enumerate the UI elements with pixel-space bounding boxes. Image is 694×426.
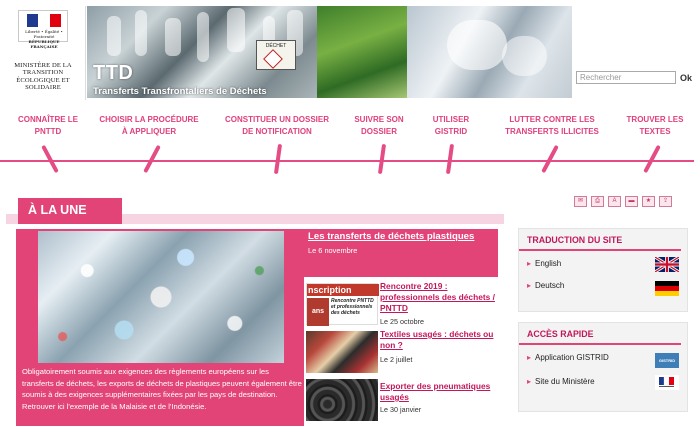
font-size-icon[interactable]: A: [608, 196, 621, 207]
nav-marker: [143, 144, 161, 174]
header-banner: [87, 6, 572, 98]
share-icon[interactable]: ⇪: [659, 196, 672, 207]
nav-marker: [541, 144, 559, 174]
language-deutsch[interactable]: ▸ Deutsch: [527, 281, 564, 290]
nav-marker: [273, 143, 283, 175]
quick-access-title: ACCÈS RAPIDE: [519, 323, 681, 345]
news-content: Obligatoirement soumis aux exigences des…: [16, 229, 498, 426]
search-ok-button[interactable]: Ok: [680, 71, 694, 84]
news-item: Exporter des pneumatiques usagés Le 30 j…: [304, 377, 498, 425]
nav-marker: [643, 144, 661, 174]
ministry-name: MINISTÈRE DE LA TRANSITION ÉCOLOGIQUE ET…: [14, 62, 72, 92]
banner-photo-bags: [407, 6, 572, 98]
nav-item-connaitre[interactable]: CONNAÎTRE LE PNTTD: [10, 114, 86, 138]
main-navigation: CONNAÎTRE LE PNTTD CHOISIR LA PROCÉDURE À …: [0, 108, 694, 184]
nav-item-choisir[interactable]: CHOISIR LA PROCÉDURE À APPLIQUER: [86, 114, 212, 138]
feature-title-link[interactable]: Les transferts de déchets plastiques: [308, 231, 494, 242]
email-icon[interactable]: ✉: [574, 196, 587, 207]
translation-title: TRADUCTION DU SITE: [519, 229, 681, 251]
marianne-icon[interactable]: [655, 375, 679, 390]
bookmark-icon[interactable]: ★: [642, 196, 655, 207]
republic-label: Liberté • Égalité • Fraternité RÉPUBLIQU…: [25, 29, 63, 49]
site-subtitle: Transferts Transfrontaliers de Déchets: [93, 86, 267, 97]
pdf-icon[interactable]: ▬: [625, 196, 638, 207]
news-link[interactable]: Exporter des pneumatiques usagés: [380, 381, 496, 403]
nav-marker: [377, 143, 387, 175]
gistrid-badge[interactable]: GISTRID: [655, 353, 679, 368]
search-input[interactable]: [576, 71, 676, 84]
thumb-caption: Rencontre PNTTD et professionnels des dé…: [331, 298, 374, 316]
nav-item-lutter[interactable]: LUTTER CONTRE LES TRANSFERTS ILLICITES: [492, 114, 612, 138]
german-flag-icon[interactable]: [655, 281, 679, 296]
nav-item-textes[interactable]: TROUVER LES TEXTES: [616, 114, 694, 138]
translation-box: TRADUCTION DU SITE ▸ English ▸ Deutsch: [518, 228, 688, 312]
arrow-icon: ▸: [527, 353, 532, 362]
news-date: Le 30 janvier: [380, 405, 422, 414]
plastic-bottles-photo[interactable]: [38, 231, 284, 363]
link-ministere[interactable]: ▸ Site du Ministère: [527, 377, 595, 386]
news-date: Le 25 octobre: [380, 317, 424, 326]
section-title: À LA UNE: [18, 198, 122, 224]
news-thumbnail[interactable]: nscription ans Rencontre PNTTD et profes…: [306, 283, 379, 326]
nav-item-gistrid[interactable]: UTILISER GISTRID: [420, 114, 482, 138]
site-name: TTD: [93, 62, 134, 84]
tricolor-flag-icon: [27, 14, 61, 27]
news-item: nscription ans Rencontre PNTTD et profes…: [304, 281, 498, 329]
news-link[interactable]: Textiles usagés : déchets ou non ?: [380, 329, 496, 351]
nav-item-suivre[interactable]: SUIVRE SON DOSSIER: [344, 114, 414, 138]
ministry-logo[interactable]: Liberté • Égalité • Fraternité RÉPUBLIQU…: [0, 6, 86, 100]
link-gistrid[interactable]: ▸ Application GISTRID: [527, 353, 609, 362]
news-item: Textiles usagés : déchets ou non ? Le 2 …: [304, 329, 498, 377]
feature-date: Le 6 novembre: [308, 246, 358, 255]
arrow-icon: ▸: [527, 259, 532, 268]
thumb-years: ans: [307, 298, 329, 326]
thumb-banner: nscription: [307, 284, 379, 296]
quick-access-box: ACCÈS RAPIDE ▸ Application GISTRID GISTRI…: [518, 322, 688, 412]
banner-photo-drum: [317, 6, 407, 98]
feature-article[interactable]: Obligatoirement soumis aux exigences des…: [16, 229, 304, 426]
nav-item-constituer[interactable]: CONSTITUER UN DOSSIER DE NOTIFICATION: [212, 114, 342, 138]
nav-marker: [445, 143, 455, 175]
print-icon[interactable]: ⎙: [591, 196, 604, 207]
news-thumbnail[interactable]: [306, 379, 378, 421]
news-date: Le 2 juillet: [380, 355, 413, 364]
news-link[interactable]: Rencontre 2019 : professionnels des déch…: [380, 281, 496, 314]
feature-summary: Obligatoirement soumis aux exigences des…: [22, 367, 302, 411]
arrow-icon: ▸: [527, 377, 532, 386]
news-thumbnail[interactable]: [306, 331, 378, 373]
arrow-icon: ▸: [527, 281, 532, 290]
site-header: Liberté • Égalité • Fraternité RÉPUBLIQU…: [0, 0, 694, 100]
language-english[interactable]: ▸ English: [527, 259, 561, 268]
uk-flag-icon[interactable]: [655, 257, 679, 272]
page-tools: ✉ ⎙ A ▬ ★ ⇪: [574, 196, 672, 208]
marianne-logo: Liberté • Égalité • Fraternité RÉPUBLIQU…: [18, 10, 68, 49]
nav-timeline: [0, 160, 694, 162]
nav-marker: [41, 144, 59, 174]
feature-headline: Les transferts de déchets plastiques Le …: [304, 229, 498, 277]
